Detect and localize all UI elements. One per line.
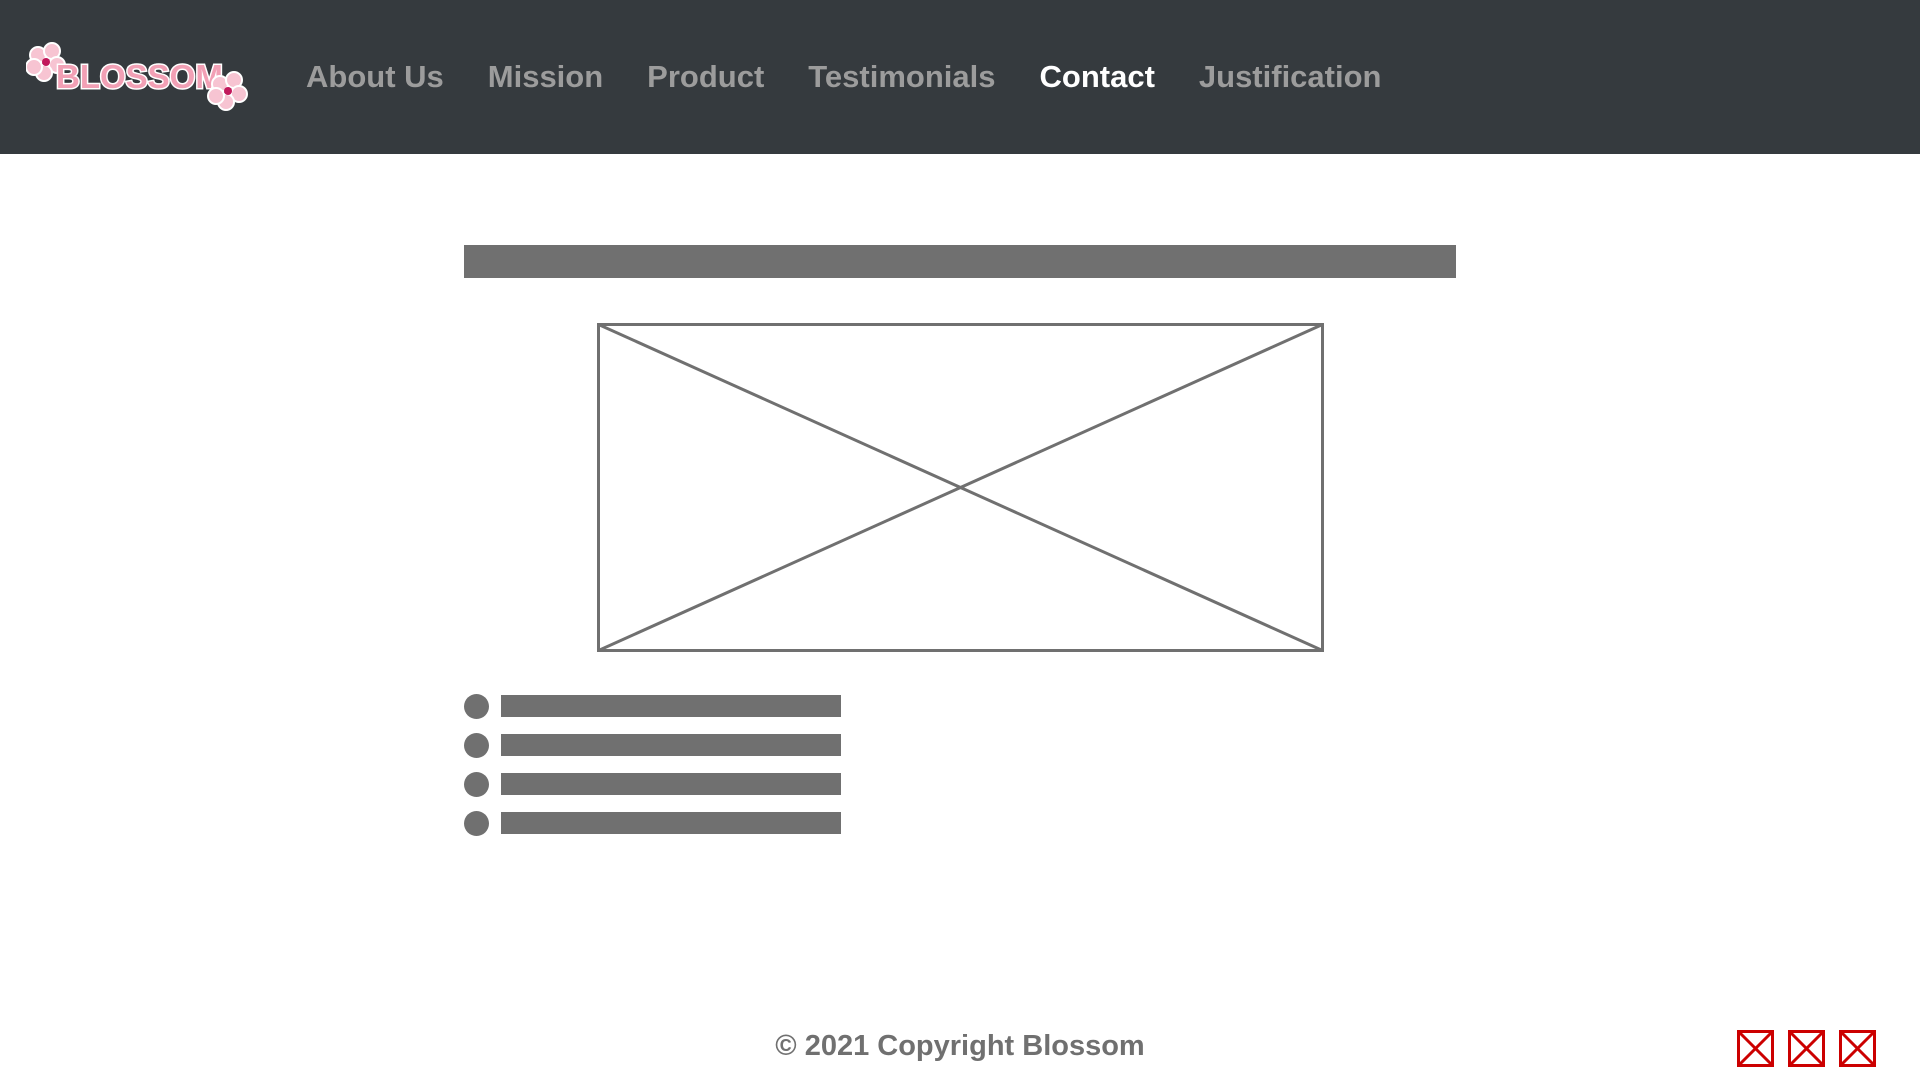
text-line-placeholder (501, 773, 841, 795)
nav-testimonials[interactable]: Testimonials (786, 59, 1017, 95)
nav-about-us[interactable]: About Us (284, 59, 466, 95)
list-item (464, 771, 844, 810)
text-line-placeholder (501, 812, 841, 834)
list-item (464, 732, 844, 771)
nav-justification[interactable]: Justification (1177, 59, 1404, 95)
nav-mission[interactable]: Mission (466, 59, 625, 95)
logo-wordmark: BLOSSOM (56, 58, 223, 95)
copyright-text: © 2021 Copyright Blossom (775, 1030, 1145, 1062)
cherry-blossom-icon (207, 71, 248, 111)
list-item (464, 810, 844, 849)
image-placeholder-icon (597, 323, 1324, 652)
bullet-dot-icon (464, 772, 489, 797)
text-line-placeholder (501, 734, 841, 756)
bullet-dot-icon (464, 811, 489, 836)
nav-contact[interactable]: Contact (1018, 59, 1177, 95)
list-item (464, 693, 844, 732)
heading-placeholder-bar (464, 245, 1456, 278)
social-link-icon[interactable] (1788, 1030, 1825, 1067)
top-navbar: BLOSSOM About Us Mission Product Testimo… (0, 0, 1920, 154)
main-navigation: About Us Mission Product Testimonials Co… (284, 0, 1403, 154)
social-links (1737, 1030, 1876, 1067)
nav-product[interactable]: Product (625, 59, 786, 95)
blossom-logo[interactable]: BLOSSOM (26, 40, 256, 116)
bullet-dot-icon (464, 733, 489, 758)
social-link-icon[interactable] (1839, 1030, 1876, 1067)
text-line-placeholder (501, 695, 841, 717)
bullet-list-placeholder (464, 693, 844, 849)
bullet-dot-icon (464, 694, 489, 719)
social-link-icon[interactable] (1737, 1030, 1774, 1067)
